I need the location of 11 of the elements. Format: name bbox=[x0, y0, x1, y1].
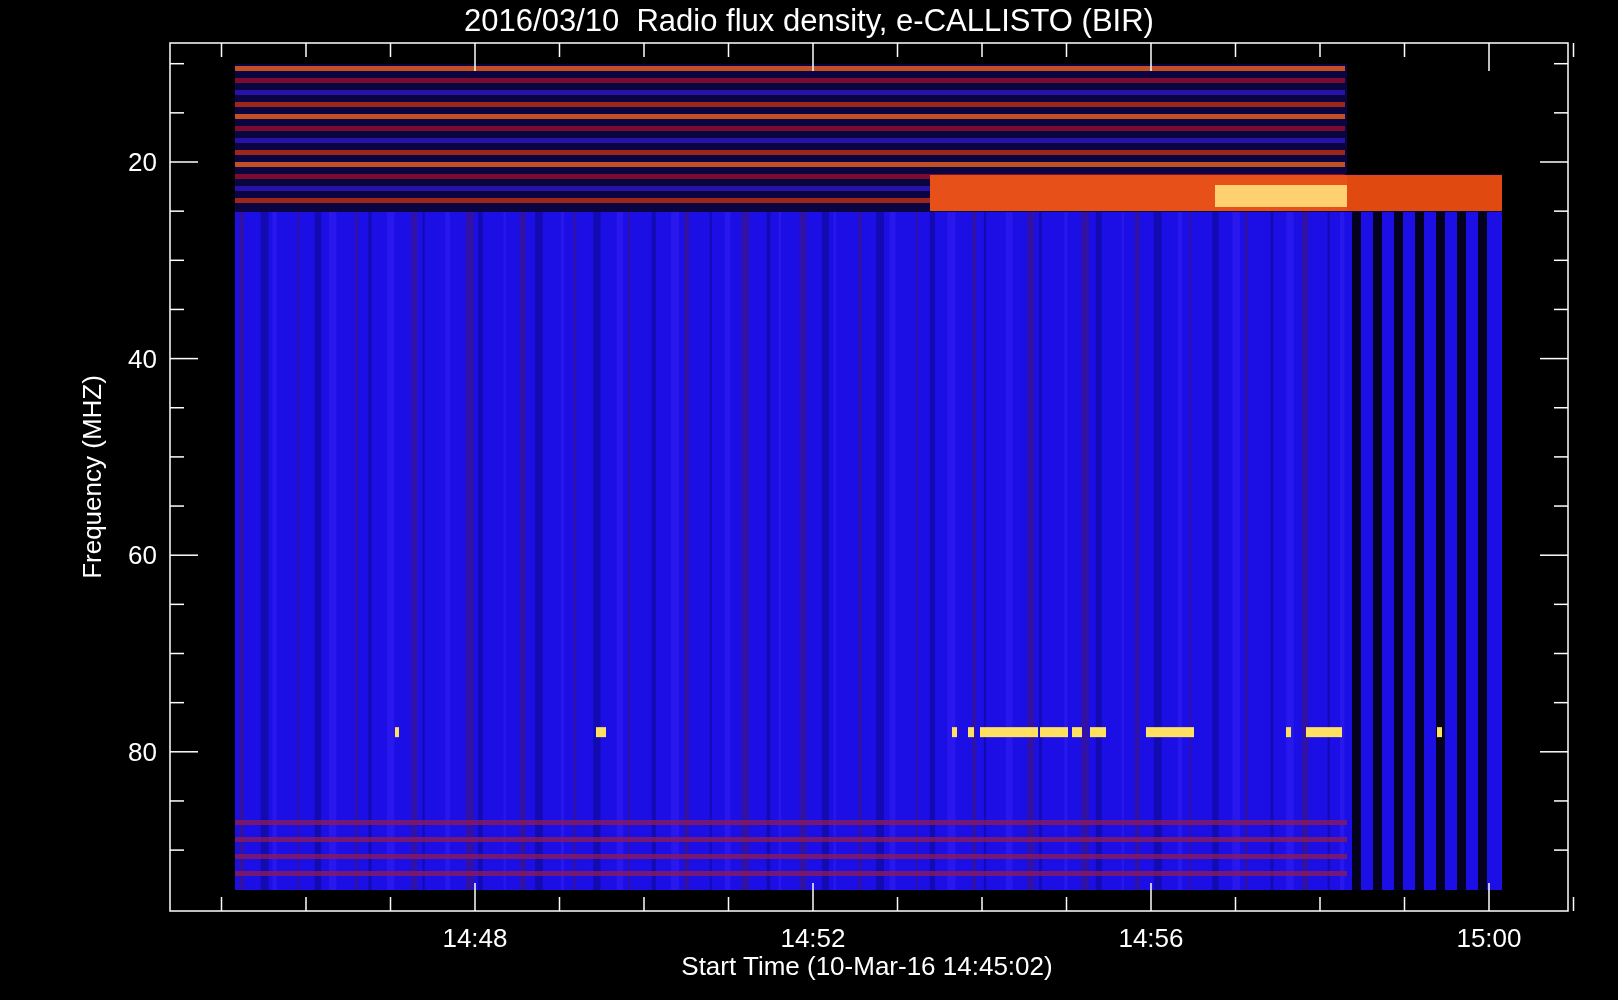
y-tick-label: 40 bbox=[128, 343, 157, 374]
y-tick-label: 60 bbox=[128, 540, 157, 571]
y-axis-label: Frequency (MHZ) bbox=[77, 375, 107, 579]
x-axis-label: Start Time (10-Mar-16 14:45:02) bbox=[681, 951, 1053, 981]
x-tick-label: 14:48 bbox=[442, 923, 508, 953]
chart-title: 2016/03/10 Radio flux density, e-CALLISTO (BIR) bbox=[464, 3, 1154, 38]
x-tick-label: 14:52 bbox=[780, 923, 846, 953]
y-tick-label: 20 bbox=[128, 147, 157, 177]
x-tick-label: 14:56 bbox=[1118, 923, 1184, 953]
y-tick-label: 80 bbox=[128, 736, 157, 767]
x-tick-label: 15:00 bbox=[1456, 923, 1522, 953]
